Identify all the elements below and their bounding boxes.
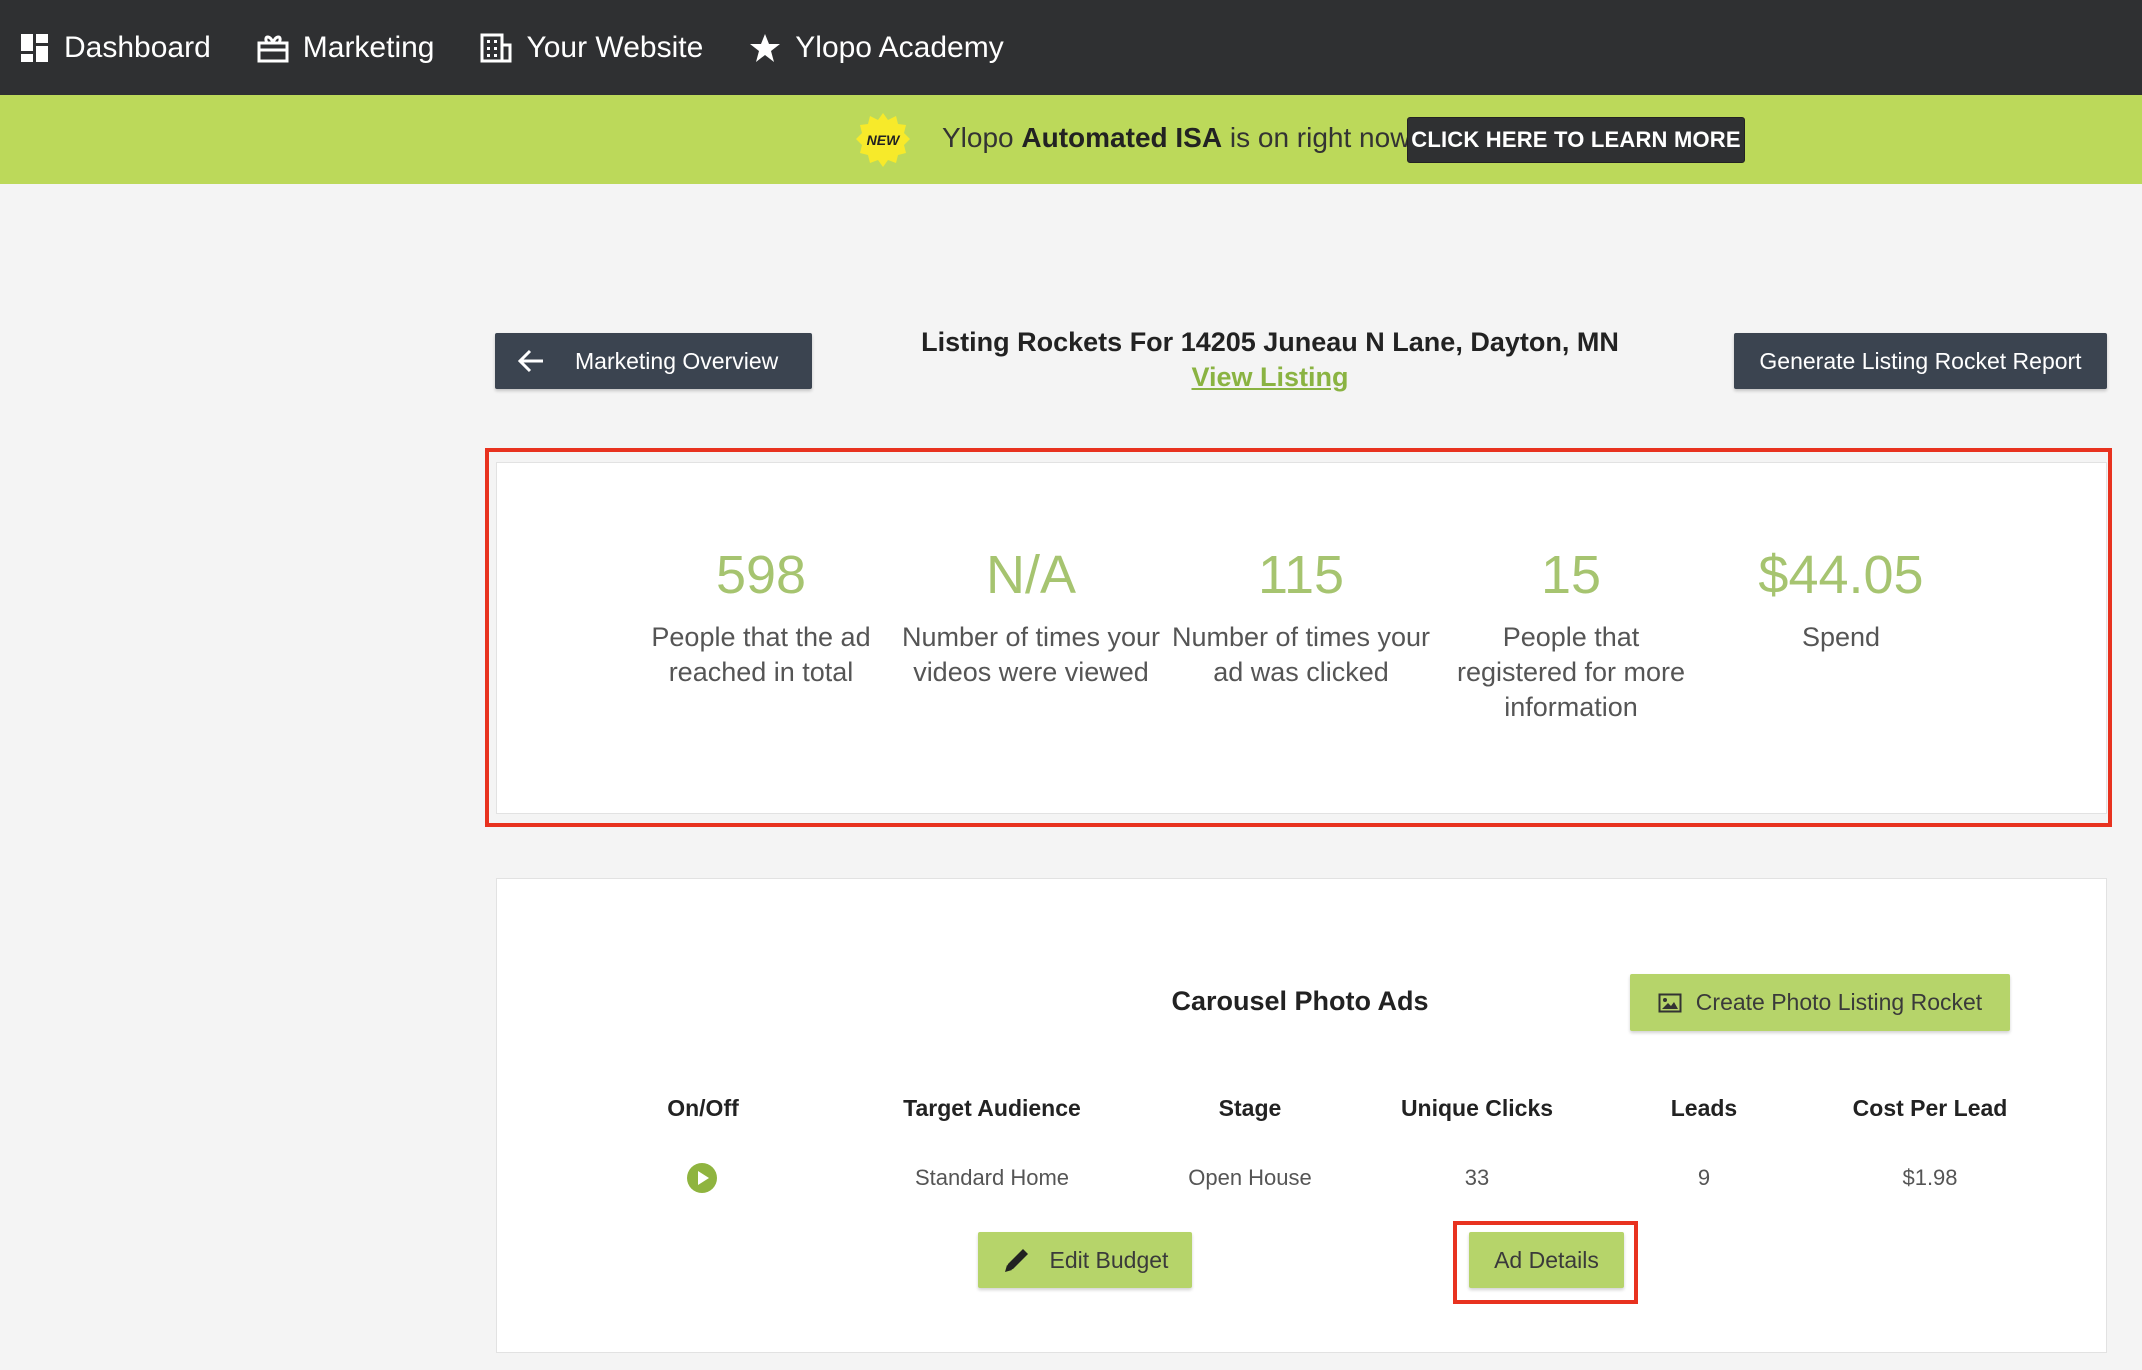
gift-icon: [257, 35, 289, 62]
stat-label: Number of times your videos were viewed: [901, 622, 1161, 687]
star-icon: [750, 33, 781, 62]
stat-value: 598: [715, 545, 807, 605]
nav-item-label: Dashboard: [64, 30, 211, 64]
stat-spend: $44.05 Spend: [1711, 540, 1971, 655]
nav-item-your-website[interactable]: Your Website: [480, 31, 703, 65]
stat-value: 15: [1540, 545, 1602, 605]
nav-item-label: Ylopo Academy: [795, 30, 1004, 64]
stat-label: Spend: [1801, 622, 1881, 652]
nav-item-dashboard[interactable]: Dashboard: [20, 31, 211, 65]
stat-value: 115: [1257, 545, 1345, 605]
page-title: Listing Rockets For 14205 Juneau N Lane,…: [921, 327, 1619, 357]
stat-value: N/A: [985, 545, 1077, 605]
generate-report-button[interactable]: Generate Listing Rocket Report: [1734, 333, 2107, 389]
new-badge-icon: NEW: [856, 113, 910, 167]
column-header-target-audience: Target Audience: [903, 1095, 1081, 1121]
nav-item-label: Your Website: [526, 30, 704, 64]
stat-registrations: 15 People that registered for more infor…: [1441, 540, 1701, 725]
cell-cost-per-lead: $1.98: [1902, 1165, 1958, 1190]
marketing-overview-label: Marketing Overview: [575, 347, 779, 374]
ad-details-button[interactable]: Ad Details: [1469, 1232, 1624, 1288]
play-toggle-icon[interactable]: [686, 1162, 718, 1194]
nav-item-label: Marketing: [302, 30, 435, 64]
cell-target-audience: Standard Home: [914, 1165, 1070, 1190]
stat-label: Number of times your ad was clicked: [1171, 622, 1431, 687]
carousel-title: Carousel Photo Ads: [1171, 986, 1429, 1016]
stat-label: People that registered for more informat…: [1456, 622, 1686, 722]
promo-text-bold: Automated ISA: [1021, 122, 1223, 153]
view-listing-link[interactable]: View Listing: [830, 362, 1710, 393]
column-header-unique-clicks: Unique Clicks: [1400, 1095, 1554, 1121]
cell-stage: Open House: [1188, 1165, 1312, 1190]
new-badge-text: NEW: [867, 132, 901, 148]
promo-text-prefix: Ylopo: [942, 122, 1022, 153]
image-icon: [1658, 993, 1682, 1012]
create-photo-listing-rocket-button[interactable]: Create Photo Listing Rocket: [1630, 974, 2010, 1031]
cell-leads: 9: [1697, 1165, 1711, 1190]
column-header-on-off: On/Off: [667, 1095, 739, 1121]
column-header-leads: Leads: [1670, 1095, 1738, 1121]
nav-item-ylopo-academy[interactable]: Ylopo Academy: [749, 30, 1004, 65]
edit-budget-button[interactable]: Edit Budget: [978, 1232, 1192, 1288]
edit-budget-label: Edit Budget: [1049, 1246, 1169, 1273]
nav-item-marketing[interactable]: Marketing: [257, 30, 435, 65]
create-photo-listing-rocket-label: Create Photo Listing Rocket: [1695, 989, 1983, 1015]
column-header-stage: Stage: [1218, 1095, 1282, 1121]
top-nav: Dashboard Marketing Your Website Ylopo A…: [0, 0, 2142, 95]
stat-reach: 598 People that the ad reached in total: [631, 540, 891, 690]
pencil-icon: [1004, 1249, 1028, 1272]
stat-label: People that the ad reached in total: [651, 622, 871, 687]
arrow-left-icon: [517, 349, 543, 373]
column-header-cost-per-lead: Cost Per Lead: [1852, 1095, 2008, 1121]
dashboard-icon: [21, 33, 48, 62]
building-icon: [480, 33, 512, 62]
stat-clicks: 115 Number of times your ad was clicked: [1171, 540, 1431, 690]
stat-value: $44.05: [1758, 545, 1924, 605]
learn-more-button[interactable]: CLICK HERE TO LEARN MORE: [1407, 117, 1745, 163]
stat-video-views: N/A Number of times your videos were vie…: [901, 540, 1161, 690]
promo-text: Ylopo Automated ISA is on right now: [942, 122, 1410, 154]
promo-text-suffix: is on right now: [1222, 122, 1411, 153]
marketing-overview-button[interactable]: Marketing Overview: [495, 333, 812, 389]
cell-unique-clicks: 33: [1464, 1165, 1490, 1190]
